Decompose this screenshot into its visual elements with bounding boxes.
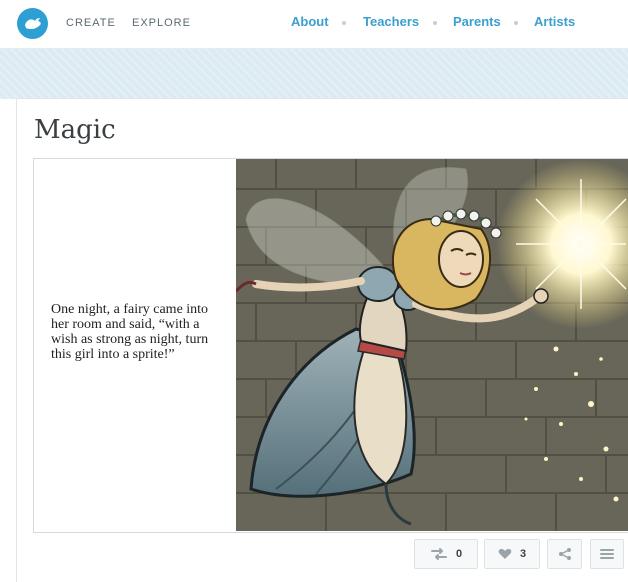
remix-button[interactable]: 0 xyxy=(414,539,478,569)
page-text: One night, a fairy came into her room an… xyxy=(51,302,209,362)
nav-about-link[interactable]: About xyxy=(291,14,329,29)
nav-parents-link[interactable]: Parents xyxy=(453,14,501,29)
fairy-illustration xyxy=(236,159,628,531)
bird-logo-icon[interactable] xyxy=(17,8,48,39)
menu-icon xyxy=(600,548,614,560)
top-navigation-bar: CREATE EXPLORE About Teachers Parents Ar… xyxy=(0,0,628,49)
remix-count: 0 xyxy=(455,548,463,560)
book-title: Magic xyxy=(34,115,116,145)
like-button[interactable]: 3 xyxy=(484,539,540,569)
heart-icon xyxy=(498,548,512,560)
nav-teachers-link[interactable]: Teachers xyxy=(363,14,419,29)
nav-artists-link[interactable]: Artists xyxy=(534,14,575,29)
nav-separator-dot xyxy=(514,21,518,25)
nav-separator-dot xyxy=(433,21,437,25)
nav-explore-link[interactable]: EXPLORE xyxy=(132,17,191,29)
share-icon xyxy=(558,547,572,561)
menu-button[interactable] xyxy=(590,539,624,569)
header-banner xyxy=(0,49,628,99)
like-count: 3 xyxy=(519,548,527,560)
nav-create-link[interactable]: CREATE xyxy=(66,17,116,29)
remix-icon xyxy=(430,547,448,561)
share-button[interactable] xyxy=(547,539,582,569)
nav-separator-dot xyxy=(342,21,346,25)
